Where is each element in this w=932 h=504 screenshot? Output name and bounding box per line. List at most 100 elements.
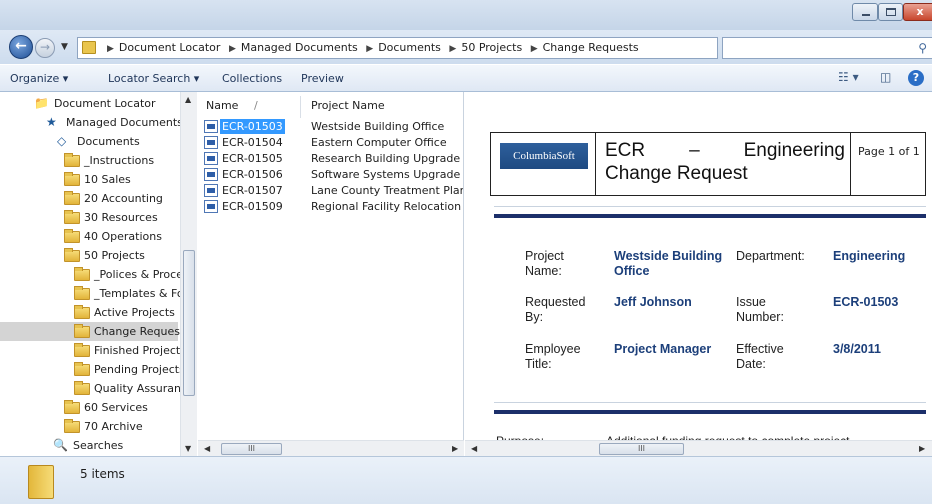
forward-arrow-icon: → — [39, 40, 51, 54]
folder-icon — [64, 153, 80, 167]
scroll-down-icon[interactable]: ▼ — [185, 444, 191, 453]
address-row: ← → ▼ ▶ Document Locator ▶ Managed Documen… — [0, 30, 932, 64]
breadcrumb-item[interactable]: Managed Documents — [241, 41, 358, 54]
tree-scroll-thumb[interactable] — [183, 250, 195, 396]
status-bar: 5 items — [0, 456, 932, 504]
toolbar: Organize ▾ Locator Search ▾ Collections … — [0, 64, 932, 92]
file-row-project[interactable]: Eastern Computer Office — [311, 135, 447, 150]
items-count: 5 items — [80, 467, 125, 481]
scroll-left-icon[interactable]: ◀ — [471, 444, 477, 453]
preview-scroll-thumb[interactable]: III — [599, 443, 684, 455]
back-arrow-icon: ← — [15, 38, 27, 54]
chevron-down-icon: ▼ — [61, 42, 68, 52]
scroll-right-icon[interactable]: ▶ — [919, 444, 925, 453]
back-button[interactable]: ← — [9, 35, 33, 59]
folder-icon — [64, 248, 80, 262]
breadcrumb-item[interactable]: Document Locator — [119, 41, 221, 54]
folder-icon — [64, 172, 80, 186]
column-divider[interactable] — [300, 96, 301, 118]
preview-pane-icon[interactable]: ◫ — [880, 70, 891, 84]
file-row-project[interactable]: Regional Facility Relocation — [311, 199, 461, 214]
document-header-table: ColumbiaSoft ECR – Engineering Change Re… — [490, 132, 926, 196]
breadcrumb-separator-icon: ▶ — [228, 44, 236, 54]
preview-button[interactable]: Preview — [301, 72, 344, 85]
folder-icon — [64, 419, 80, 433]
organize-menu[interactable]: Organize ▾ — [10, 72, 68, 85]
project-name-value: Westside Building Office — [614, 249, 723, 278]
effective-date-label: Effective Date: — [736, 342, 784, 371]
column-header-project-name[interactable]: Project Name — [311, 96, 385, 116]
effective-date-value: 3/8/2011 — [833, 342, 881, 356]
close-button[interactable]: x — [903, 3, 932, 21]
search-input[interactable]: ⚲ — [722, 37, 932, 59]
breadcrumb-item[interactable]: Documents — [378, 41, 441, 54]
folder-icon — [74, 343, 90, 357]
navigation-pane: 📁 Document Locator ★ Managed Documents ◇ Do… — [0, 92, 197, 456]
breadcrumb-separator-icon: ▶ — [530, 44, 538, 54]
folder-icon — [74, 324, 90, 338]
word-document-icon — [204, 200, 218, 213]
folder-icon — [74, 286, 90, 300]
scroll-left-icon[interactable]: ◀ — [204, 444, 210, 453]
title-bar: x — [0, 0, 932, 30]
breadcrumb-separator-icon: ▶ — [449, 44, 457, 54]
logo-cell: ColumbiaSoft — [491, 133, 596, 195]
folder-icon — [64, 191, 80, 205]
breadcrumb-item[interactable]: 50 Projects — [461, 41, 522, 54]
folder-icon — [74, 267, 90, 281]
file-row-project[interactable]: Software Systems Upgrade — [311, 167, 460, 182]
documents-icon: ◇ — [57, 134, 67, 148]
tree-item-change-requests[interactable]: Change Requests — [0, 322, 190, 341]
requested-by-label: Requested By: — [525, 295, 586, 324]
folder-icon — [28, 465, 54, 499]
preview-hscrollbar[interactable]: ◀ ▶ — [465, 440, 932, 457]
folder-icon — [64, 229, 80, 243]
collections-button[interactable]: Collections — [222, 72, 282, 85]
breadcrumb-item[interactable]: Change Requests — [543, 41, 639, 54]
file-list-scroll-thumb[interactable]: III — [221, 443, 282, 455]
file-row-project[interactable]: Research Building Upgrade — [311, 151, 460, 166]
folder-icon — [82, 41, 96, 54]
document-title: ECR – Engineering Change Request — [605, 140, 845, 184]
word-document-icon — [204, 152, 218, 165]
section-rule — [494, 214, 926, 218]
minimize-button[interactable] — [852, 3, 878, 21]
file-list: Name / Project Name ECR-01503 Westside B… — [198, 92, 464, 456]
forward-button[interactable]: → — [35, 38, 55, 58]
close-icon: x — [916, 5, 924, 18]
view-options-icon[interactable]: ☷ ▾ — [838, 70, 859, 84]
title-cell: ECR – Engineering Change Request — [597, 133, 851, 195]
folder-icon — [74, 362, 90, 376]
scroll-right-icon[interactable]: ▶ — [452, 444, 458, 453]
breadcrumb-separator-icon: ▶ — [366, 44, 374, 54]
project-name-label: Project Name: — [525, 249, 564, 278]
maximize-button[interactable] — [878, 3, 903, 21]
folder-icon — [74, 381, 90, 395]
requested-by-value: Jeff Johnson — [614, 295, 692, 309]
folder-icon — [74, 305, 90, 319]
employee-title-label: Employee Title: — [525, 342, 581, 371]
maximize-icon — [886, 8, 896, 16]
minimize-icon — [862, 14, 870, 16]
scroll-up-icon[interactable]: ▲ — [185, 95, 191, 104]
help-icon[interactable]: ? — [908, 70, 924, 86]
word-document-icon — [204, 168, 218, 181]
word-document-icon — [204, 120, 218, 133]
locator-search-menu[interactable]: Locator Search ▾ — [108, 72, 199, 85]
address-bar[interactable]: ▶ Document Locator ▶ Managed Documents ▶ Do… — [77, 37, 784, 59]
column-header-name[interactable]: Name / — [206, 96, 258, 116]
recent-pages-dropdown[interactable]: ▼ — [61, 42, 68, 52]
department-label: Department: — [736, 249, 805, 263]
file-row-project[interactable]: Lane County Treatment Plant — [311, 183, 463, 198]
divider — [494, 402, 926, 403]
search-icon[interactable]: ⚲ — [918, 41, 927, 55]
section-rule — [494, 410, 926, 414]
employee-title-value: Project Manager — [614, 342, 712, 356]
folder-icon — [64, 210, 80, 224]
searches-icon: 🔍 — [53, 438, 68, 452]
page-number: Page 1 of 1 — [858, 145, 920, 158]
page-number-cell: Page 1 of 1 — [852, 133, 926, 195]
document-locator-icon: 📁 — [34, 96, 49, 110]
word-document-icon — [204, 136, 218, 149]
file-row-project[interactable]: Westside Building Office — [311, 119, 444, 134]
